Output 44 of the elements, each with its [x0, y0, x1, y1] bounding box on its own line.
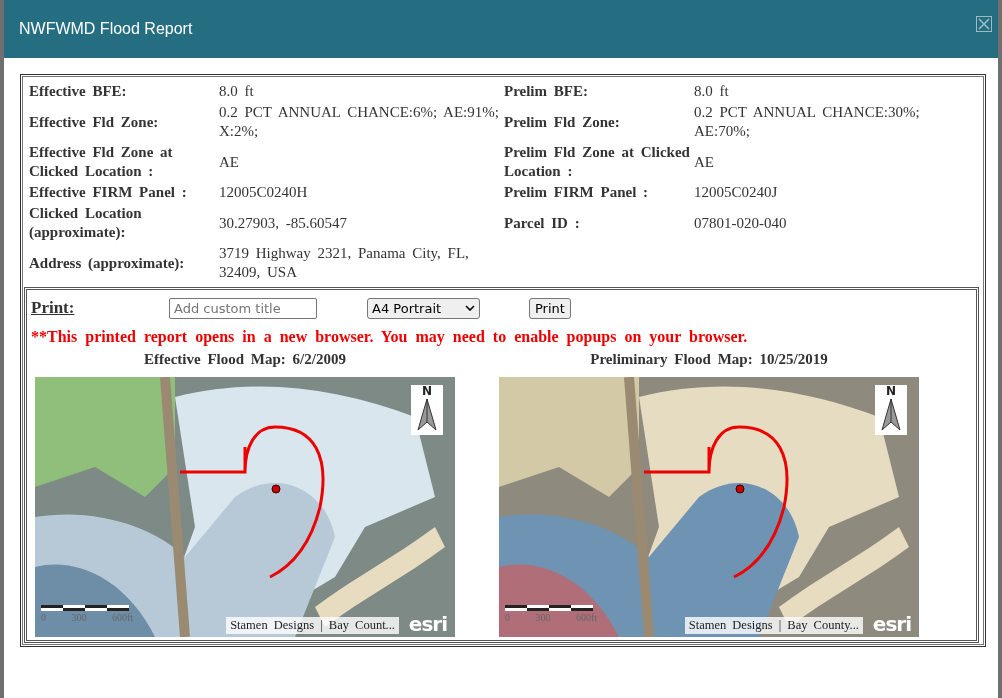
scale-label: 300 [71, 612, 87, 623]
caret-icon [465, 305, 475, 311]
page-size-select[interactable]: A4 Portrait [367, 297, 480, 319]
field-value: 8.0 ft [219, 82, 254, 101]
field-value: 8.0 ft [694, 82, 729, 101]
scale-bar-icon [41, 605, 129, 611]
flood-map-drawing[interactable] [35, 377, 455, 637]
scale-label: 300 [535, 612, 551, 623]
field-value: 0.2 PCT ANNUAL CHANCE:6%; AE:91%; X:2%; [219, 103, 500, 141]
field-value: AE [694, 152, 714, 172]
map-logo: esri [872, 612, 911, 636]
scale-label: 600ft [575, 612, 597, 623]
title-input[interactable]: Add custom title [169, 297, 317, 319]
map-title: Preliminary Flood Map: 10/25/2019 [589, 351, 829, 369]
map-attribution: Stamen Designs | Bay County... [684, 617, 863, 634]
field-label: Effective Fld Zone at Clicked Location : [29, 143, 174, 181]
print-button[interactable]: Print [529, 297, 571, 319]
field-value: 0.2 PCT ANNUAL CHANCE:30%; AE:70%; [694, 103, 921, 141]
dialog-title: NWFWMD Flood Report [19, 20, 193, 38]
field-label: Effective Fld Zone: [29, 112, 159, 132]
field-value: 12005C0240J [694, 183, 778, 202]
field-label: Effective FIRM Panel : [29, 183, 187, 202]
field-label: Prelim FIRM Panel : [504, 183, 649, 202]
field-label: Address (approximate): [29, 253, 185, 273]
field-value: AE [219, 152, 239, 172]
field-label: Prelim Fld Zone: [504, 112, 620, 132]
scale-label: 600ft [111, 612, 133, 623]
field-value: 30.27903, -85.60547 [219, 213, 347, 233]
flood-map-drawing[interactable] [499, 377, 919, 637]
field-label: Parcel ID : [504, 213, 580, 233]
field-label: Prelim Fld Zone at Clicked Location : [504, 143, 691, 181]
field-label: Clicked Location (approximate): [29, 204, 143, 242]
map-logo: esri [408, 612, 447, 636]
print-label: Print: [31, 298, 75, 318]
field-value: 12005C0240H [219, 183, 308, 202]
scale-bar-icon [505, 605, 593, 611]
popup-notice: **This printed report opens in a new browser. You may need to enable popups on your browser. [31, 328, 749, 346]
map-title: Effective Flood Map: 6/2/2009 [143, 351, 347, 369]
map-attribution: Stamen Designs | Bay Count... [226, 617, 399, 634]
close-icon[interactable] [976, 16, 992, 32]
field-value: 07801-020-040 [694, 213, 787, 233]
field-label: Effective BFE: [29, 82, 127, 101]
field-label: Prelim BFE: [504, 82, 588, 101]
field-value: 3719 Highway 2321, Panama City, FL, 32409, USA [219, 244, 470, 282]
